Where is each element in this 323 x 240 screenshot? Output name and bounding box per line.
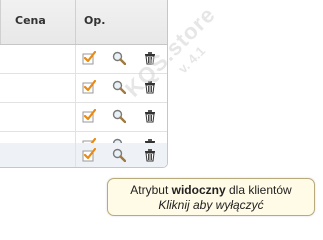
magnifier-icon[interactable] <box>112 148 126 162</box>
column-divider <box>75 45 76 73</box>
trash-icon[interactable] <box>143 148 157 162</box>
trash-icon[interactable] <box>143 109 157 123</box>
checkbox-checked-icon[interactable] <box>82 148 96 162</box>
attributes-table: Cena Op. <box>0 0 168 168</box>
tooltip-line: Atrybut widoczny dla klientów <box>108 183 314 198</box>
magnifier-icon[interactable] <box>112 109 126 123</box>
table-header: Cena Op. <box>0 0 167 45</box>
tooltip-suffix: dla klientów <box>225 183 292 197</box>
tooltip-prefix: Atrybut <box>130 183 172 197</box>
visibility-tooltip: Atrybut widoczny dla klientów Kliknij ab… <box>107 178 315 216</box>
column-divider <box>75 0 76 44</box>
header-price[interactable]: Cena <box>15 14 46 27</box>
watermark-version: v. 4.1 <box>175 43 209 77</box>
column-divider <box>75 74 76 102</box>
column-divider <box>75 103 76 131</box>
tooltip-bold-word: widoczny <box>171 183 226 197</box>
trash-icon[interactable] <box>143 51 157 65</box>
checkbox-checked-icon[interactable] <box>82 80 96 94</box>
table-row <box>0 74 167 103</box>
tooltip-action: Kliknij aby wyłączyć <box>158 198 264 212</box>
column-divider <box>75 143 76 167</box>
table-row <box>0 143 167 167</box>
trash-icon[interactable] <box>143 80 157 94</box>
magnifier-icon[interactable] <box>112 51 126 65</box>
checkbox-checked-icon[interactable] <box>82 109 96 123</box>
table-row <box>0 45 167 74</box>
magnifier-icon[interactable] <box>112 80 126 94</box>
column-divider <box>0 0 1 44</box>
header-operations: Op. <box>84 14 106 27</box>
table-row <box>0 103 167 132</box>
checkbox-checked-icon[interactable] <box>82 51 96 65</box>
